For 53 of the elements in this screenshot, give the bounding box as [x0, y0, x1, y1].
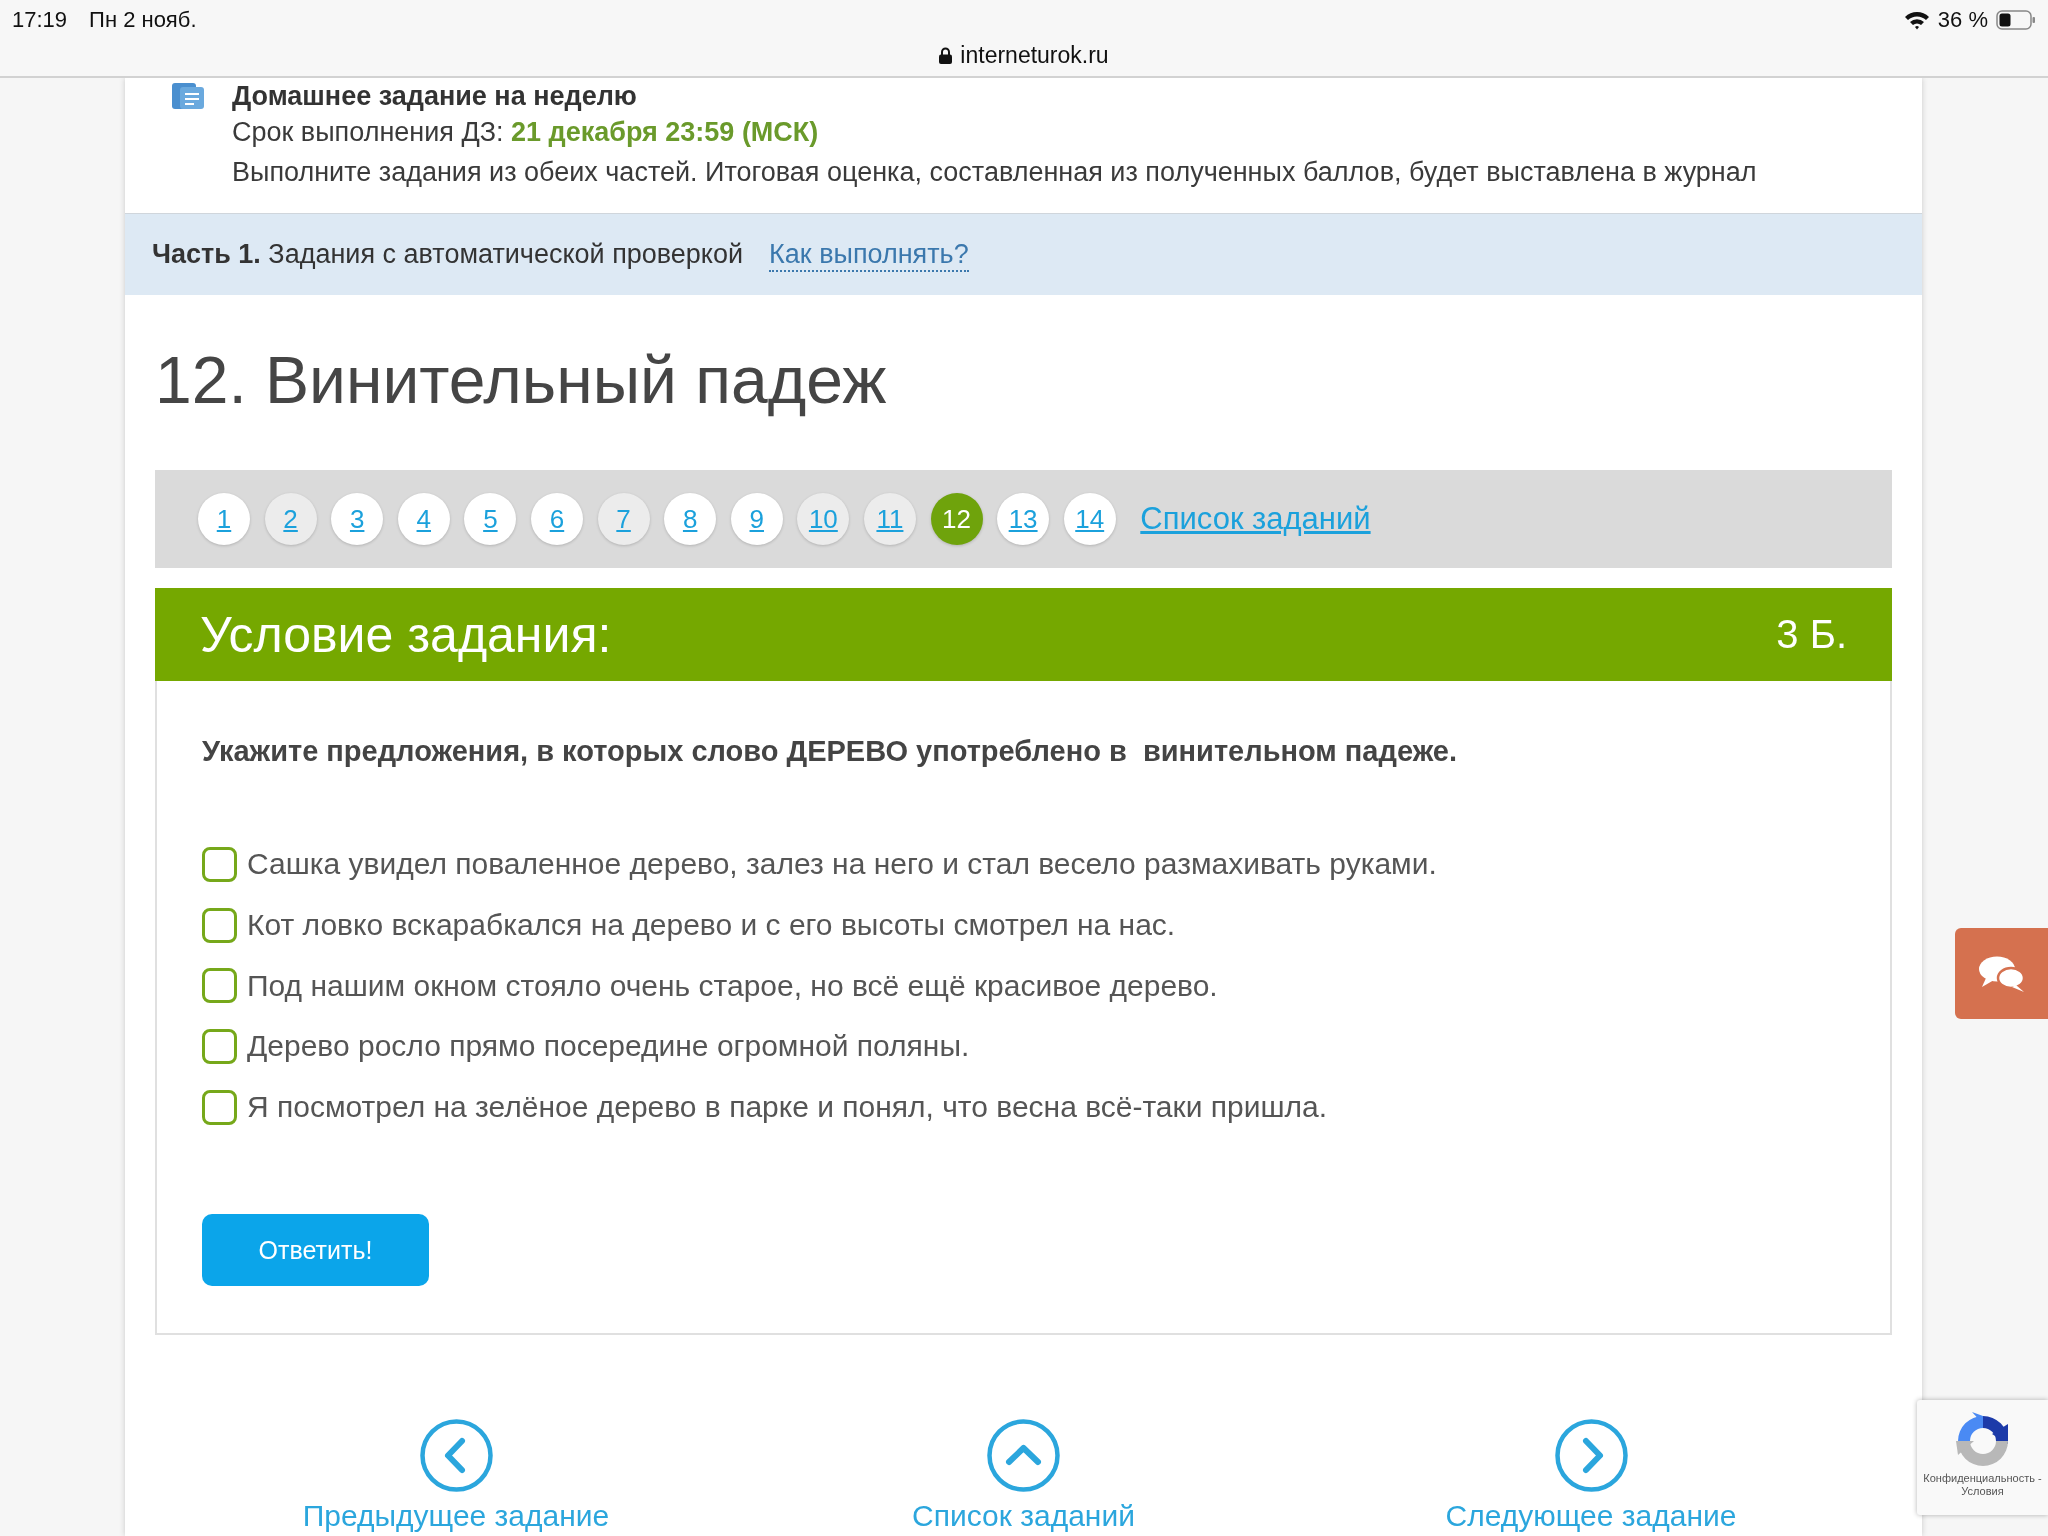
- task-number-link[interactable]: 4: [397, 493, 450, 545]
- next-task-link[interactable]: Следующее задание: [1391, 1419, 1791, 1535]
- chat-button[interactable]: [1955, 928, 2048, 1019]
- question-text: Укажите предложения, в которых слово ДЕРЕВО употреблено в винительном падеже.: [202, 734, 1458, 769]
- task-number-link[interactable]: 3: [331, 493, 384, 545]
- task-number-link[interactable]: 6: [530, 493, 583, 545]
- homework-note: Выполните задания из обеих частей. Итоговая оценка, составленная из полученных баллов, будет выставлена в журнал: [232, 156, 1758, 189]
- homework-title: Домашнее задание на неделю: [232, 80, 638, 112]
- task-number-link[interactable]: 14: [1063, 493, 1116, 545]
- status-time: 17:19: [12, 7, 68, 33]
- task-title: 12. Винительный падеж: [155, 341, 888, 419]
- task-number-link[interactable]: 12: [930, 493, 983, 545]
- speech-bubbles-icon: [1977, 954, 2026, 993]
- battery-percent: 36 %: [1937, 7, 1988, 33]
- checkbox[interactable]: [202, 1089, 237, 1125]
- previous-task-link[interactable]: Предыдущее задание: [256, 1419, 656, 1535]
- status-date: Пн 2 нояб.: [89, 7, 197, 33]
- terms-link[interactable]: Условия: [1961, 1485, 2004, 1498]
- document-icon: [170, 81, 206, 111]
- how-to-link[interactable]: Как выполнять?: [769, 237, 969, 272]
- checkbox[interactable]: [202, 907, 237, 943]
- answer-button[interactable]: Ответить!: [202, 1214, 429, 1287]
- chevron-right-icon: [1554, 1419, 1628, 1493]
- battery-icon: [1996, 10, 2036, 30]
- chevron-up-icon: [987, 1419, 1060, 1493]
- task-number-link[interactable]: 5: [464, 493, 517, 545]
- task-header-title: Условие задания:: [200, 605, 612, 664]
- task-number-link[interactable]: 10: [797, 493, 850, 545]
- deadline-text: Срок выполнения ДЗ: 21 декабря 23:59 (МСК): [232, 116, 820, 149]
- checkbox[interactable]: [202, 968, 237, 1004]
- option-text: Под нашим окном стояло очень старое, но всё ещё красивое дерево.: [247, 968, 1218, 1003]
- task-number-link[interactable]: 7: [597, 493, 650, 545]
- checkbox[interactable]: [202, 846, 237, 882]
- task-points: 3 Б.: [1776, 612, 1847, 657]
- option-text: Я посмотрел на зелёное дерево в парке и понял, что весна всё-таки пришла.: [247, 1090, 1328, 1125]
- task-number-link[interactable]: 13: [997, 493, 1050, 545]
- privacy-link[interactable]: Конфиденциальность -: [1923, 1472, 2042, 1485]
- task-number-link[interactable]: 1: [198, 493, 250, 545]
- task-number-link[interactable]: 9: [730, 493, 783, 545]
- part-heading: Часть 1. Задания с автоматической проверкой: [152, 239, 744, 270]
- task-number-link[interactable]: 11: [863, 493, 916, 545]
- task-number-link[interactable]: 8: [664, 493, 717, 545]
- task-list-link[interactable]: Список заданий: [823, 1419, 1224, 1535]
- checkbox[interactable]: [202, 1028, 237, 1064]
- option-text: Кот ловко вскарабкался на дерево и с его высоты смотрел на нас.: [247, 908, 1176, 943]
- chevron-left-icon: [419, 1419, 493, 1493]
- option-text: Сашка увидел поваленное дерево, залез на него и стал весело размахивать руками.: [247, 847, 1437, 882]
- option-text: Дерево росло прямо посередине огромной поляны.: [247, 1029, 970, 1064]
- task-list-link[interactable]: Список заданий: [1140, 501, 1371, 537]
- wifi-icon: [1903, 10, 1930, 30]
- lock-icon: [939, 46, 953, 64]
- url-text[interactable]: interneturok.ru: [960, 41, 1109, 69]
- task-number-link[interactable]: 2: [264, 493, 317, 545]
